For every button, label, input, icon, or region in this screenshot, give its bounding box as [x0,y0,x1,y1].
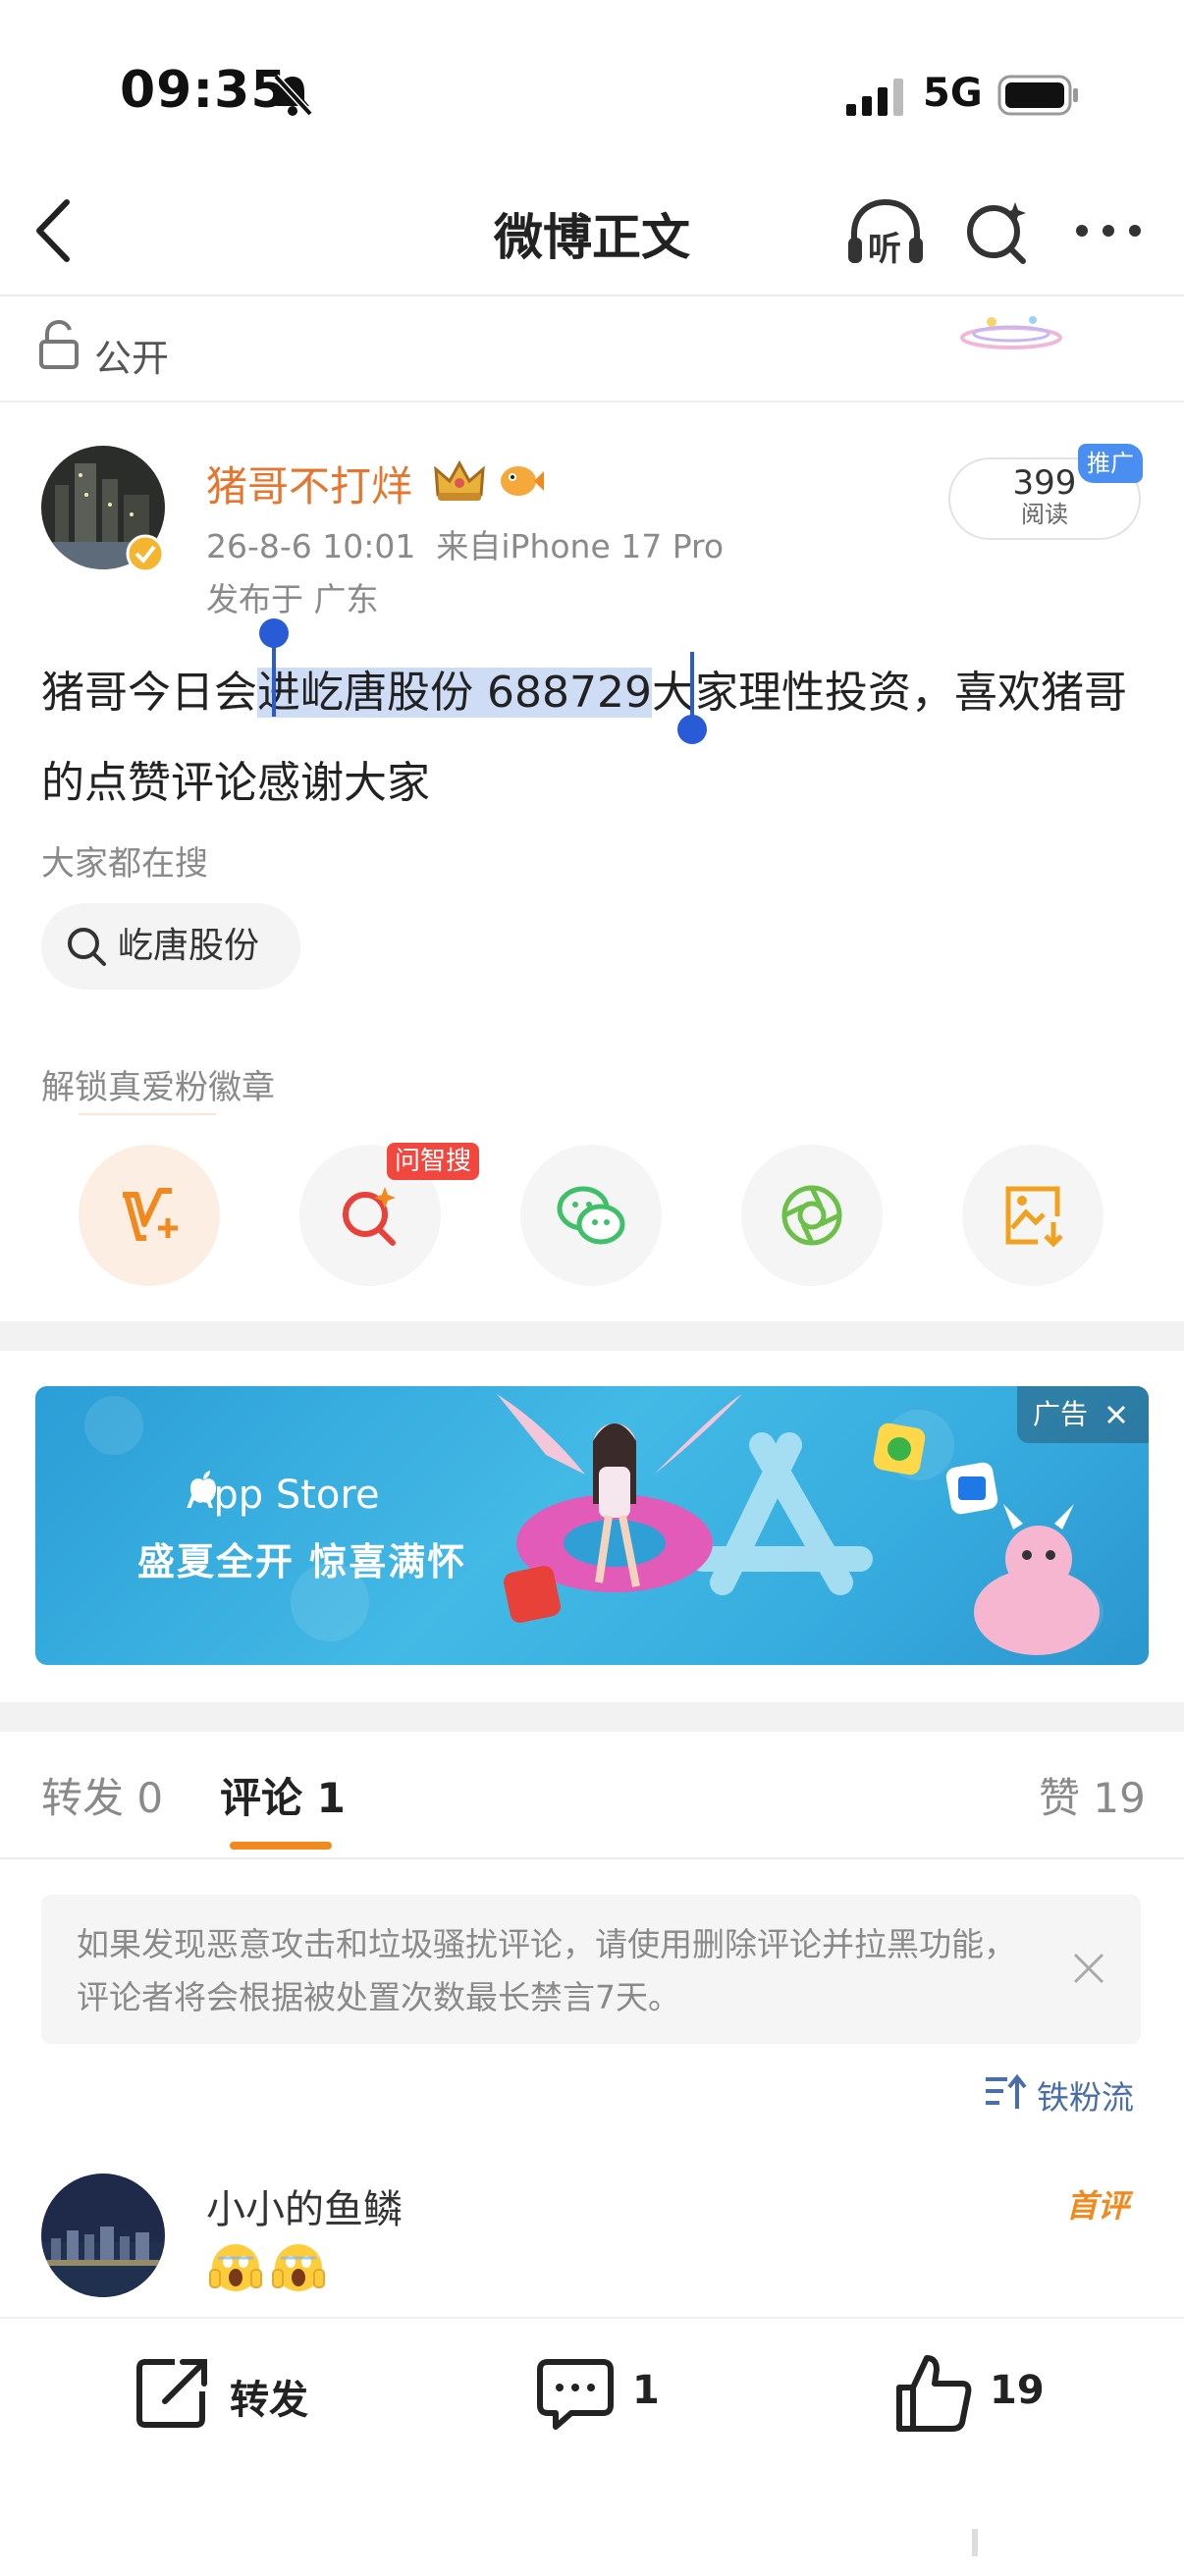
commenter-name[interactable]: 小小的鱼鳞 [206,2177,403,2234]
badges-label: 解锁真爱粉徽章 [41,1068,275,1107]
sort-icon[interactable] [984,2073,1027,2113]
search-icon[interactable] [962,196,1033,267]
home-indicator [972,2529,978,2556]
bottom-like-count[interactable]: 19 [990,2368,1045,2413]
vip-badge-button[interactable] [79,1145,220,1286]
post-text-selected: 进屹唐股份 688729 [257,668,652,718]
vip-plus-icon [123,1188,178,1241]
post-text[interactable]: 猪哥今日会进屹唐股份 688729大家理性投资，喜欢猪哥的点赞评论感谢大家 [41,648,1141,829]
wechat-share-button[interactable] [520,1145,662,1286]
tab-repost[interactable]: 转发 0 [41,1765,163,1825]
post-location: 发布于 广东 [206,580,379,618]
ad-tag[interactable]: 广告 [1017,1386,1149,1443]
trending-chip-label: 屹唐股份 [118,926,260,966]
more-icon[interactable] [1074,216,1143,245]
comment-icon[interactable] [536,2358,615,2431]
tab-like-count: 19 [1093,1774,1146,1822]
tab-active-underline [230,1842,332,1850]
comment-content: 😱😱 [206,2240,325,2295]
silent-bell-icon [273,74,313,117]
sort-label[interactable]: 铁粉流 [1037,2071,1134,2119]
first-comment-badge: 首评 [1066,2187,1130,2225]
selection-end-handle[interactable] [677,715,707,744]
notice-text: 如果发现恶意攻击和垃圾骚扰评论，请使用删除评论并拉黑功能，评论者将会根据被处置次… [77,1925,1016,2016]
listen-label: 听 [868,230,901,269]
nav-divider [0,295,1184,296]
close-icon[interactable] [1072,1952,1105,1985]
badge-tooltip-arrow [79,1113,216,1115]
trending-search-chip[interactable]: 屹唐股份 [41,903,300,990]
ad-brand: App Store [187,1473,380,1518]
post-text-before: 猪哥今日会 [41,668,257,718]
network-type: 5G [923,71,983,116]
signal-icon [846,79,903,116]
wechat-icon [557,1186,625,1245]
verified-badge-icon [126,534,165,573]
like-icon[interactable] [893,2352,974,2435]
decoration-sparkle [960,316,1062,349]
tab-repost-count: 0 [136,1774,164,1822]
save-image-icon [1005,1186,1063,1248]
post-date: 26-8-6 10:01 [206,527,416,565]
section-gap-1 [0,1321,1184,1351]
repost-icon[interactable] [135,2356,212,2429]
listen-button[interactable]: 听 [844,194,927,269]
tab-like-label: 赞 [1039,1774,1081,1822]
tab-comment-count: 1 [316,1774,346,1822]
ad-illustration [84,1394,1103,1655]
tab-comment[interactable]: 评论 1 [220,1765,346,1825]
moments-icon [781,1185,842,1246]
tab-repost-label: 转发 [41,1774,125,1822]
ad-slogan: 盛夏全开 惊喜满怀 [137,1540,467,1583]
selection-start-bar [272,638,276,717]
post-meta: 26-8-6 10:01 来自iPhone 17 Pro [206,520,724,567]
battery-icon [997,75,1078,116]
ai-search-icon [343,1187,396,1246]
scream-emoji-icon [272,2244,325,2291]
tab-comment-label: 评论 [220,1774,303,1822]
save-image-button[interactable] [962,1145,1103,1286]
visibility-divider [0,401,1184,402]
crown-badge-icon [434,459,485,501]
unlock-icon [39,320,79,369]
promo-badge: 推广 [1078,444,1143,483]
search-icon [68,928,106,966]
ask-badge: 问智搜 [387,1143,480,1180]
ad-banner[interactable] [35,1386,1149,1665]
bottom-comment-count[interactable]: 1 [632,2368,660,2413]
post-source: 来自iPhone 17 Pro [436,527,725,565]
section-gap-2 [0,1702,1184,1732]
tab-like[interactable]: 赞 19 [1039,1765,1146,1825]
ad-tag-label: 广告 [1033,1398,1089,1430]
fish-badge-icon [501,466,544,496]
author-name[interactable]: 猪哥不打烊 [206,454,412,513]
moments-share-button[interactable] [741,1145,883,1286]
read-label: 阅读 [1021,501,1068,528]
scream-emoji-icon [209,2244,262,2291]
back-arrow-icon[interactable] [29,196,77,265]
commenter-avatar[interactable] [41,2174,165,2297]
tabs-divider [0,1857,1184,1859]
status-time: 09:35 [120,61,288,120]
visibility-label: 公开 [94,337,170,380]
bottom-repost-label[interactable]: 转发 [230,2368,308,2425]
trending-label: 大家都在搜 [41,844,208,884]
close-icon[interactable] [1105,1404,1127,1425]
